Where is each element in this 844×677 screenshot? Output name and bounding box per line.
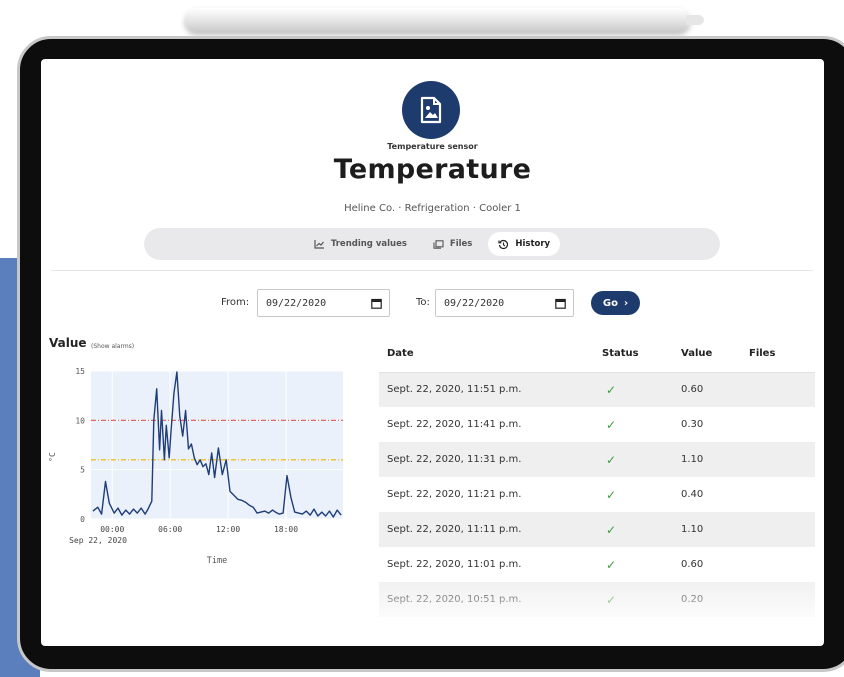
y-tick-label: 5 <box>80 466 85 475</box>
row-value: 0.30 <box>681 419 704 430</box>
stylus <box>185 8 704 32</box>
image-file-icon <box>420 96 442 124</box>
row-date: Sept. 22, 2020, 11:01 p.m. <box>387 559 522 570</box>
y-tick-label: 15 <box>75 367 85 376</box>
table-header-row: Date Status Value Files <box>379 336 815 373</box>
check-icon: ✓ <box>606 557 617 572</box>
plot-area <box>91 371 343 519</box>
check-icon: ✓ <box>602 372 681 407</box>
row-files <box>749 372 815 407</box>
history-table: Date Status Value Files Sept. 22, 2020, … <box>379 336 815 617</box>
date-label: Sep 22, 2020 <box>69 536 127 545</box>
table-row[interactable]: Sept. 22, 2020, 11:51 p.m. ✓ 0.60 <box>379 372 815 407</box>
files-icon <box>433 239 444 249</box>
column-header-status[interactable]: Status <box>602 336 681 373</box>
tab-label: Files <box>449 239 473 249</box>
page-subtitle: Temperature sensor <box>387 142 478 151</box>
row-date: Sept. 22, 2020, 10:51 p.m. <box>379 582 602 617</box>
y-tick-label: 10 <box>75 416 85 425</box>
row-files <box>749 407 815 442</box>
row-files <box>749 442 815 477</box>
y-axis-label: °C <box>49 452 57 462</box>
row-value: 0.60 <box>681 372 749 407</box>
row-files <box>749 547 815 582</box>
row-value: 0.40 <box>681 489 704 500</box>
row-date: Sept. 22, 2020, 11:21 p.m. <box>387 489 522 500</box>
go-label: Go <box>602 297 618 309</box>
row-files <box>749 512 815 547</box>
column-header-files[interactable]: Files <box>749 336 815 373</box>
table-row[interactable]: Sept. 22, 2020, 10:51 p.m. ✓ 0.20 <box>379 582 815 617</box>
row-value: 0.20 <box>681 582 749 617</box>
sensor-logo <box>402 81 460 139</box>
row-date: Sept. 22, 2020, 11:41 p.m. <box>387 419 522 430</box>
temperature-chart: 0 5 10 15 00:00 06:00 12:00 18:00 °C Sep 22, 2… <box>49 367 343 566</box>
x-tick-label: 00:00 <box>100 525 124 534</box>
show-alarms-link[interactable]: (Show alarms) <box>91 343 134 350</box>
row-files <box>749 477 815 512</box>
to-date-input[interactable]: 09/22/2020 <box>435 289 574 317</box>
row-files <box>749 582 815 617</box>
calendar-icon[interactable] <box>555 298 566 309</box>
row-date: Sept. 22, 2020, 11:31 p.m. <box>379 442 602 477</box>
tablet-screen: Temperature sensor Temperature Heline Co… <box>41 59 824 646</box>
tab-files[interactable]: Files <box>423 232 482 256</box>
page-title: Temperature <box>333 154 532 185</box>
from-date-input[interactable]: 09/22/2020 <box>257 289 390 317</box>
go-button[interactable]: Go › <box>591 291 640 315</box>
row-date: Sept. 22, 2020, 11:51 p.m. <box>379 372 602 407</box>
y-tick-label: 0 <box>80 515 85 524</box>
chart-line-icon <box>314 239 324 249</box>
x-tick-label: 18:00 <box>274 525 298 534</box>
tab-bar: Trending values Files History <box>144 228 720 260</box>
breadcrumb: Heline Co. · Refrigeration · Cooler 1 <box>344 203 521 214</box>
stylus-tip <box>686 15 704 25</box>
row-date: Sept. 22, 2020, 11:11 p.m. <box>379 512 602 547</box>
column-header-date[interactable]: Date <box>379 336 602 373</box>
check-icon: ✓ <box>602 512 681 547</box>
to-date-value: 09/22/2020 <box>444 297 505 309</box>
history-icon <box>498 239 509 249</box>
tab-label: Trending values <box>330 239 407 249</box>
tab-trending-values[interactable]: Trending values <box>304 232 417 256</box>
chart-title: Value <box>49 336 87 350</box>
check-icon: ✓ <box>602 442 681 477</box>
check-icon: ✓ <box>606 487 617 502</box>
table-row[interactable]: Sept. 22, 2020, 11:01 p.m. ✓ 0.60 <box>379 547 815 582</box>
table-row[interactable]: Sept. 22, 2020, 11:21 p.m. ✓ 0.40 <box>379 477 815 512</box>
to-label: To: <box>416 297 430 308</box>
check-icon: ✓ <box>606 417 617 432</box>
x-tick-label: 12:00 <box>216 525 240 534</box>
x-tick-label: 06:00 <box>158 525 182 534</box>
from-label: From: <box>221 297 250 308</box>
row-value: 1.10 <box>681 442 749 477</box>
table-row[interactable]: Sept. 22, 2020, 11:11 p.m. ✓ 1.10 <box>379 512 815 547</box>
from-date-value: 09/22/2020 <box>266 297 327 309</box>
table-row[interactable]: Sept. 22, 2020, 11:41 p.m. ✓ 0.30 <box>379 407 815 442</box>
chevron-right-icon: › <box>623 297 629 309</box>
check-icon: ✓ <box>602 582 681 617</box>
tab-label: History <box>515 239 551 249</box>
row-value: 0.60 <box>681 559 704 570</box>
header-divider <box>51 270 813 271</box>
calendar-icon[interactable] <box>371 298 382 309</box>
row-value: 1.10 <box>681 512 749 547</box>
tab-history[interactable]: History <box>488 232 561 256</box>
column-header-value[interactable]: Value <box>681 336 749 373</box>
x-axis-label: Time <box>207 556 227 566</box>
table-row[interactable]: Sept. 22, 2020, 11:31 p.m. ✓ 1.10 <box>379 442 815 477</box>
